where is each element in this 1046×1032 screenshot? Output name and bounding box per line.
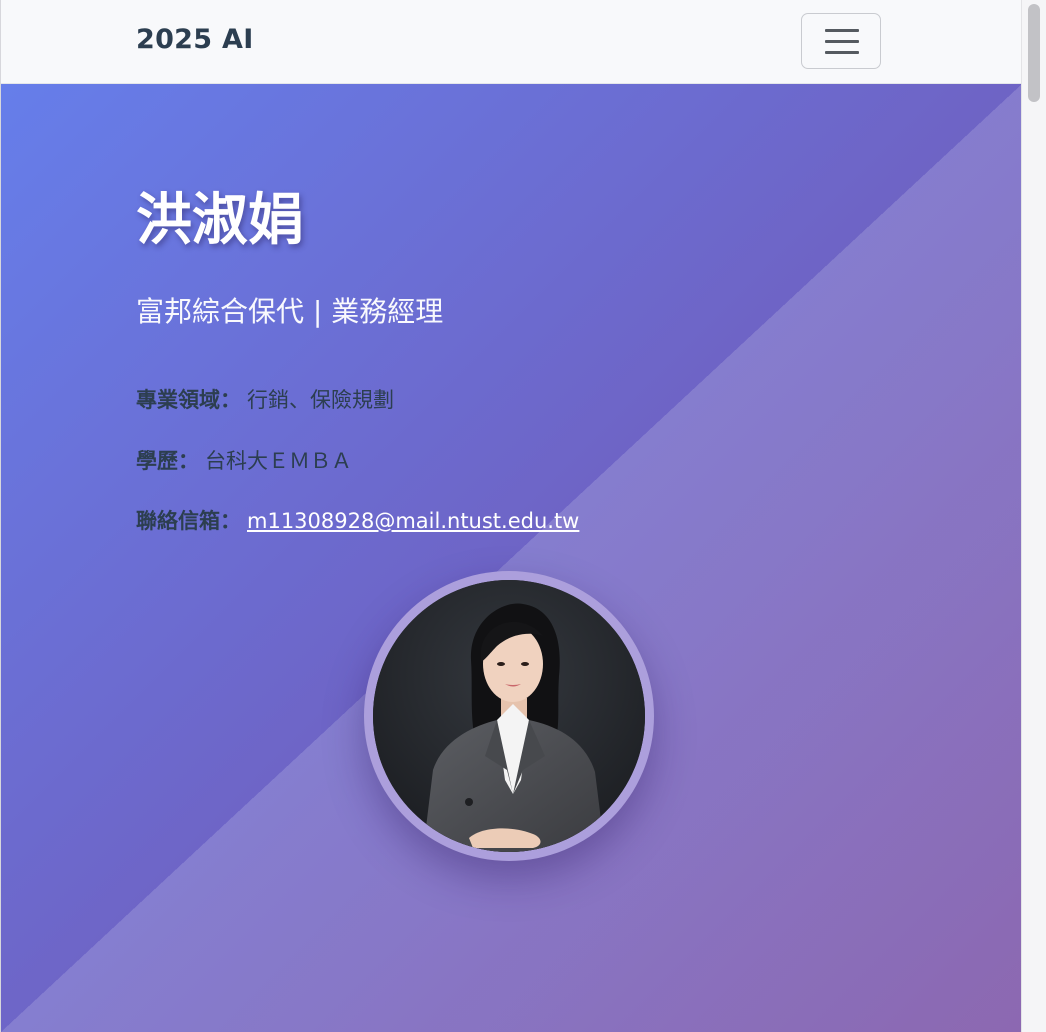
navbar: 2025 AI — [1, 0, 1021, 84]
profile-photo — [364, 571, 654, 861]
expertise-value: 行銷、保險規劃 — [247, 388, 394, 412]
hamburger-icon — [825, 29, 859, 32]
hero-content: 洪淑娟 富邦綜合保代 | 業務經理 專業領域： 行銷、保險規劃 學歷： 台科大ＥＭＢ… — [136, 84, 1021, 1032]
education-value: 台科大ＥＭＢＡ — [205, 449, 352, 473]
profile-subtitle: 富邦綜合保代 | 業務經理 — [136, 295, 444, 328]
page-scrollbar[interactable] — [1021, 0, 1046, 1032]
expertise-label: 專業領域： — [136, 388, 241, 412]
email-label: 聯絡信箱： — [136, 509, 241, 533]
email-row: 聯絡信箱： m11308928@mail.ntust.edu.tw — [136, 505, 579, 535]
hero-section: 洪淑娟 富邦綜合保代 | 業務經理 專業領域： 行銷、保險規劃 學歷： 台科大ＥＭＢ… — [1, 84, 1021, 1032]
navbar-toggler-button[interactable] — [801, 13, 881, 69]
education-row: 學歷： 台科大ＥＭＢＡ — [136, 445, 352, 475]
expertise-row: 專業領域： 行銷、保險規劃 — [136, 384, 394, 414]
email-link[interactable]: m11308928@mail.ntust.edu.tw — [247, 509, 579, 533]
education-label: 學歷： — [136, 449, 199, 473]
brand-link[interactable]: 2025 AI — [136, 24, 254, 55]
scroll-thumb[interactable] — [1028, 4, 1040, 102]
portrait-image — [373, 580, 645, 852]
page: 2025 AI 洪淑娟 富邦綜合保代 | 業務經理 專業領域： 行銷、保險規劃 學… — [0, 0, 1021, 1032]
profile-name: 洪淑娟 — [136, 188, 304, 253]
